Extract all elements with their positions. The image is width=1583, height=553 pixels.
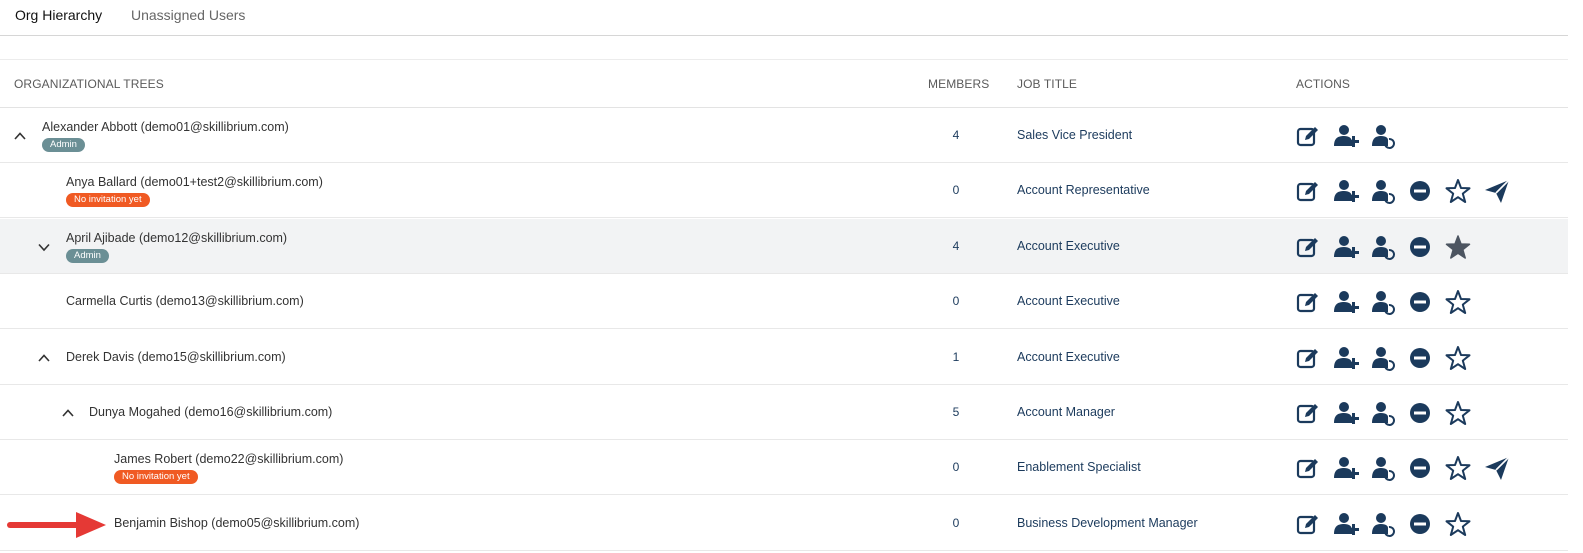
transfer-user-icon[interactable] xyxy=(1369,122,1397,150)
table-row: Benjamin Bishop (demo05@skillibrium.com)… xyxy=(0,496,1568,551)
add-user-icon[interactable] xyxy=(1333,288,1361,316)
edit-icon[interactable] xyxy=(1294,122,1322,150)
red-arrow-icon xyxy=(7,512,106,538)
transfer-user-icon[interactable] xyxy=(1369,288,1397,316)
member-count: 1 xyxy=(952,349,960,364)
user-name[interactable]: Dunya Mogahed (demo16@skillibrium.com) xyxy=(89,395,332,419)
star-outline-icon[interactable] xyxy=(1444,510,1472,538)
remove-icon[interactable] xyxy=(1406,177,1434,205)
transfer-user-icon[interactable] xyxy=(1369,177,1397,205)
edit-icon[interactable] xyxy=(1294,177,1322,205)
star-outline-icon[interactable] xyxy=(1444,399,1472,427)
user-name[interactable]: April Ajibade (demo12@skillibrium.com) xyxy=(66,231,287,245)
table-row: Carmella Curtis (demo13@skillibrium.com)… xyxy=(0,274,1568,330)
job-title: Business Development Manager xyxy=(1017,515,1198,530)
user-cell: Dunya Mogahed (demo16@skillibrium.com) xyxy=(89,395,332,419)
user-cell: Alexander Abbott (demo01@skillibrium.com… xyxy=(42,120,289,152)
tab-bar: Org Hierarchy Unassigned Users xyxy=(0,0,1568,36)
job-title: Account Executive xyxy=(1017,238,1120,253)
transfer-user-icon[interactable] xyxy=(1369,344,1397,372)
header-actions: ACTIONS xyxy=(1296,77,1351,91)
user-cell: Carmella Curtis (demo13@skillibrium.com) xyxy=(66,284,304,308)
chevron-up-icon[interactable] xyxy=(61,406,75,420)
add-user-icon[interactable] xyxy=(1333,122,1361,150)
header-organizational-trees: ORGANIZATIONAL TREES xyxy=(14,77,164,91)
transfer-user-icon[interactable] xyxy=(1369,510,1397,538)
edit-icon[interactable] xyxy=(1294,399,1322,427)
edit-icon[interactable] xyxy=(1294,288,1322,316)
star-filled-icon[interactable] xyxy=(1444,233,1472,261)
user-name[interactable]: Carmella Curtis (demo13@skillibrium.com) xyxy=(66,284,304,308)
chevron-down-icon[interactable] xyxy=(37,240,51,254)
add-user-icon[interactable] xyxy=(1333,344,1361,372)
star-outline-icon[interactable] xyxy=(1444,454,1472,482)
admin-badge: Admin xyxy=(42,138,85,152)
user-name[interactable]: James Robert (demo22@skillibrium.com) xyxy=(114,452,343,466)
table-row: Derek Davis (demo15@skillibrium.com) 1 Acc… xyxy=(0,330,1568,385)
no-invitation-badge: No invitation yet xyxy=(114,470,198,485)
member-count: 0 xyxy=(952,460,960,475)
header-members: MEMBERS xyxy=(928,77,990,91)
admin-badge: Admin xyxy=(66,248,109,263)
star-outline-icon[interactable] xyxy=(1444,344,1472,372)
tab-org-hierarchy[interactable]: Org Hierarchy xyxy=(15,7,102,23)
star-outline-icon[interactable] xyxy=(1444,288,1472,316)
user-name[interactable]: Anya Ballard (demo01+test2@skillibrium.c… xyxy=(66,175,323,189)
chevron-up-icon[interactable] xyxy=(37,351,51,365)
user-name[interactable]: Alexander Abbott (demo01@skillibrium.com… xyxy=(42,120,289,134)
table-row: James Robert (demo22@skillibrium.com) No … xyxy=(0,440,1568,496)
table-row: Dunya Mogahed (demo16@skillibrium.com) 5 A… xyxy=(0,385,1568,440)
user-cell: Benjamin Bishop (demo05@skillibrium.com) xyxy=(114,506,359,530)
send-icon[interactable] xyxy=(1483,177,1511,205)
member-count: 5 xyxy=(952,405,960,419)
user-cell: April Ajibade (demo12@skillibrium.com) Ad… xyxy=(66,231,287,263)
member-count: 4 xyxy=(952,238,960,253)
table-row: April Ajibade (demo12@skillibrium.com) Ad… xyxy=(0,218,1568,274)
job-title: Account Executive xyxy=(1017,294,1120,309)
chevron-up-icon[interactable] xyxy=(13,129,27,143)
toolbar-area xyxy=(0,36,1568,60)
job-title: Sales Vice President xyxy=(1017,128,1133,142)
remove-icon[interactable] xyxy=(1406,399,1434,427)
no-invitation-badge: No invitation yet xyxy=(66,193,150,208)
transfer-user-icon[interactable] xyxy=(1369,399,1397,427)
remove-icon[interactable] xyxy=(1406,454,1434,482)
edit-icon[interactable] xyxy=(1294,454,1322,482)
member-count: 0 xyxy=(952,294,960,309)
user-cell: Derek Davis (demo15@skillibrium.com) xyxy=(66,340,286,364)
edit-icon[interactable] xyxy=(1294,510,1322,538)
job-title: Account Representative xyxy=(1017,183,1150,198)
send-icon[interactable] xyxy=(1483,454,1511,482)
add-user-icon[interactable] xyxy=(1333,177,1361,205)
remove-icon[interactable] xyxy=(1406,344,1434,372)
job-title: Account Manager xyxy=(1017,405,1115,419)
user-name[interactable]: Benjamin Bishop (demo05@skillibrium.com) xyxy=(114,506,359,530)
add-user-icon[interactable] xyxy=(1333,510,1361,538)
user-cell: Anya Ballard (demo01+test2@skillibrium.c… xyxy=(66,175,323,208)
tab-unassigned-users[interactable]: Unassigned Users xyxy=(131,7,245,23)
edit-icon[interactable] xyxy=(1294,233,1322,261)
member-count: 4 xyxy=(952,128,960,142)
table-header: ORGANIZATIONAL TREES MEMBERS JOB TITLE A… xyxy=(0,60,1568,108)
remove-icon[interactable] xyxy=(1406,233,1434,261)
remove-icon[interactable] xyxy=(1406,510,1434,538)
table-row: Anya Ballard (demo01+test2@skillibrium.c… xyxy=(0,163,1568,219)
add-user-icon[interactable] xyxy=(1333,399,1361,427)
transfer-user-icon[interactable] xyxy=(1369,454,1397,482)
transfer-user-icon[interactable] xyxy=(1369,233,1397,261)
header-job-title: JOB TITLE xyxy=(1017,77,1078,91)
add-user-icon[interactable] xyxy=(1333,454,1361,482)
add-user-icon[interactable] xyxy=(1333,233,1361,261)
edit-icon[interactable] xyxy=(1294,344,1322,372)
member-count: 0 xyxy=(952,183,960,198)
remove-icon[interactable] xyxy=(1406,288,1434,316)
job-title: Enablement Specialist xyxy=(1017,460,1141,475)
user-name[interactable]: Derek Davis (demo15@skillibrium.com) xyxy=(66,340,286,364)
member-count: 0 xyxy=(952,515,960,530)
user-cell: James Robert (demo22@skillibrium.com) No … xyxy=(114,452,343,485)
job-title: Account Executive xyxy=(1017,349,1120,364)
table-row: Alexander Abbott (demo01@skillibrium.com… xyxy=(0,108,1568,163)
star-outline-icon[interactable] xyxy=(1444,177,1472,205)
